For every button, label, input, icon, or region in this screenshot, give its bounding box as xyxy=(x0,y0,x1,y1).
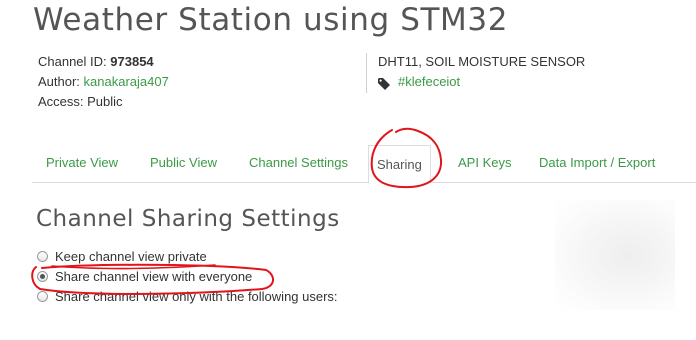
option-keep-private[interactable]: Keep channel view private xyxy=(37,246,338,266)
author-line: Author: kanakaraja407 xyxy=(38,72,169,92)
option-share-users-label: Share channel view only with the followi… xyxy=(55,288,338,304)
access-label: Access: xyxy=(38,94,84,109)
channel-tabs: Private View Public View Channel Setting… xyxy=(32,145,696,184)
sharing-heading: Channel Sharing Settings xyxy=(36,206,340,232)
info-divider xyxy=(366,53,367,93)
tab-private-view[interactable]: Private View xyxy=(46,155,118,170)
channel-description: DHT11, SOIL MOISTURE SENSOR xyxy=(378,54,586,69)
tag-link[interactable]: #klefeceiot xyxy=(398,72,460,92)
tab-channel-settings[interactable]: Channel Settings xyxy=(249,155,348,170)
access-value: Public xyxy=(87,94,123,109)
option-share-everyone[interactable]: Share channel view with everyone xyxy=(37,266,338,286)
option-share-users[interactable]: Share channel view only with the followi… xyxy=(37,286,338,306)
access-line: Access: Public xyxy=(38,92,169,112)
radio-share-users[interactable] xyxy=(37,290,48,302)
radio-keep-private[interactable] xyxy=(37,250,48,262)
option-keep-private-label: Keep channel view private xyxy=(55,248,207,264)
channel-info: Channel ID: 973854 Author: kanakaraja407… xyxy=(38,52,169,112)
tag-icon xyxy=(378,76,392,90)
channel-id-line: Channel ID: 973854 xyxy=(38,52,169,72)
radio-share-everyone[interactable] xyxy=(37,270,48,282)
channel-id-label: Channel ID: xyxy=(38,54,107,69)
tab-public-view[interactable]: Public View xyxy=(150,155,217,170)
channel-description-block: DHT11, SOIL MOISTURE SENSOR #klefeceiot xyxy=(378,52,585,92)
sharing-options: Keep channel view private Share channel … xyxy=(37,246,338,306)
author-link[interactable]: kanakaraja407 xyxy=(84,74,169,89)
tab-sharing[interactable]: Sharing xyxy=(368,145,431,184)
tab-api-keys[interactable]: API Keys xyxy=(458,155,511,170)
page-title: Weather Station using STM32 xyxy=(33,2,509,38)
author-label: Author: xyxy=(38,74,80,89)
tab-data-import-export[interactable]: Data Import / Export xyxy=(539,155,655,170)
blurred-region xyxy=(555,200,675,310)
channel-id-value: 973854 xyxy=(110,54,154,69)
tabs-baseline xyxy=(32,182,696,183)
tag-line: #klefeceiot xyxy=(378,72,585,92)
option-share-everyone-label: Share channel view with everyone xyxy=(55,268,253,284)
